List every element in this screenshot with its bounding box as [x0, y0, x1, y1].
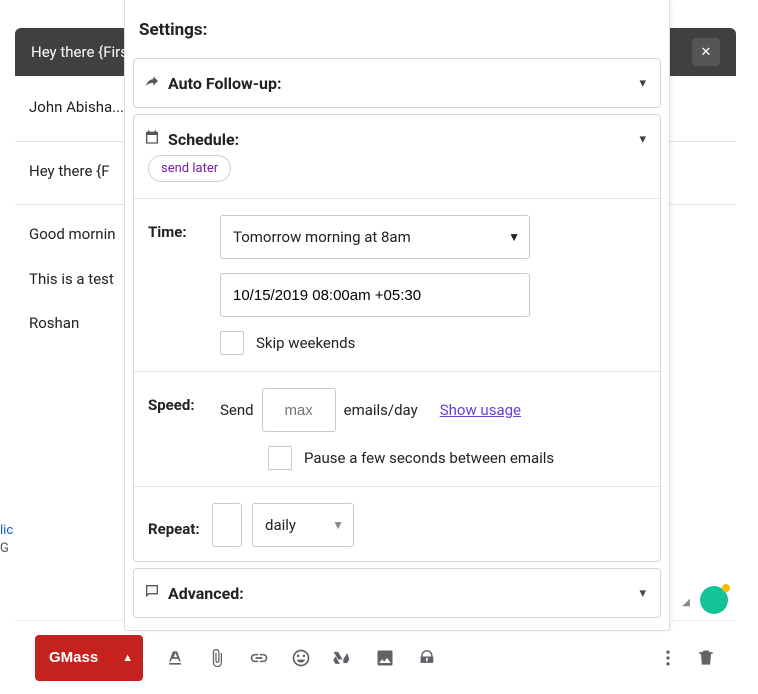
speed-suffix: emails/day: [344, 401, 418, 419]
settings-panel: Settings: Auto Follow-up: ▾ Schedule: ▾: [124, 0, 670, 631]
attach-icon[interactable]: [207, 648, 227, 668]
emoji-icon[interactable]: [291, 648, 311, 668]
confidential-icon[interactable]: [417, 648, 437, 668]
pause-label: Pause a few seconds between emails: [304, 449, 554, 467]
close-icon[interactable]: ✕: [692, 38, 720, 66]
comment-icon: [144, 583, 160, 603]
link-icon[interactable]: [249, 648, 269, 668]
delete-icon[interactable]: [696, 648, 716, 668]
repeat-unit-value: daily: [252, 503, 354, 547]
section-header-schedule[interactable]: Schedule: ▾: [134, 115, 660, 155]
chevron-down-icon: ▾: [639, 586, 646, 601]
pause-checkbox[interactable]: [268, 446, 292, 470]
format-icon[interactable]: [165, 648, 185, 668]
speed-label: Speed:: [148, 388, 202, 414]
section-advanced: Advanced: ▾: [133, 568, 661, 618]
compose-toolbar: GMass ▲: [15, 620, 736, 694]
calendar-icon: [144, 129, 160, 149]
show-usage-link[interactable]: Show usage: [440, 401, 521, 419]
section-auto-followup: Auto Follow-up: ▾: [133, 58, 661, 108]
time-input[interactable]: [220, 273, 530, 317]
repeat-unit-select[interactable]: daily ▼: [252, 503, 354, 547]
time-value-input[interactable]: [220, 273, 530, 317]
gmass-button[interactable]: GMass ▲: [35, 635, 143, 681]
reply-icon: [144, 73, 160, 93]
speed-send-label: Send: [220, 401, 254, 419]
section-title-schedule: Schedule:: [168, 130, 239, 149]
time-label: Time:: [148, 215, 202, 241]
more-icon[interactable]: [658, 648, 678, 668]
resize-handle-icon: ◢: [682, 597, 690, 608]
send-later-pill[interactable]: send later: [148, 155, 231, 182]
repeat-count-input[interactable]: [212, 503, 242, 547]
time-select[interactable]: Tomorrow morning at 8am ▼: [220, 215, 530, 259]
repeat-label: Repeat:: [148, 512, 202, 538]
grammarly-icon[interactable]: [700, 586, 728, 614]
time-select-value: Tomorrow morning at 8am: [220, 215, 530, 259]
gmass-split-caret[interactable]: ▲: [112, 635, 143, 681]
section-title-auto-followup: Auto Follow-up:: [168, 74, 282, 93]
section-header-auto-followup[interactable]: Auto Follow-up: ▾: [134, 59, 660, 107]
gmass-button-label: GMass: [35, 649, 112, 666]
drive-icon[interactable]: [333, 648, 353, 668]
skip-weekends-checkbox[interactable]: [220, 331, 244, 355]
image-icon[interactable]: [375, 648, 395, 668]
chevron-down-icon: ▾: [639, 76, 646, 91]
section-header-advanced[interactable]: Advanced: ▾: [134, 569, 660, 617]
section-title-advanced: Advanced:: [168, 584, 244, 603]
skip-weekends-label: Skip weekends: [256, 334, 355, 352]
section-schedule: Schedule: ▾ send later Time: Tomorrow mo…: [133, 114, 661, 562]
speed-input[interactable]: [262, 388, 336, 432]
settings-title: Settings:: [125, 0, 669, 58]
chevron-down-icon: ▾: [639, 132, 646, 147]
